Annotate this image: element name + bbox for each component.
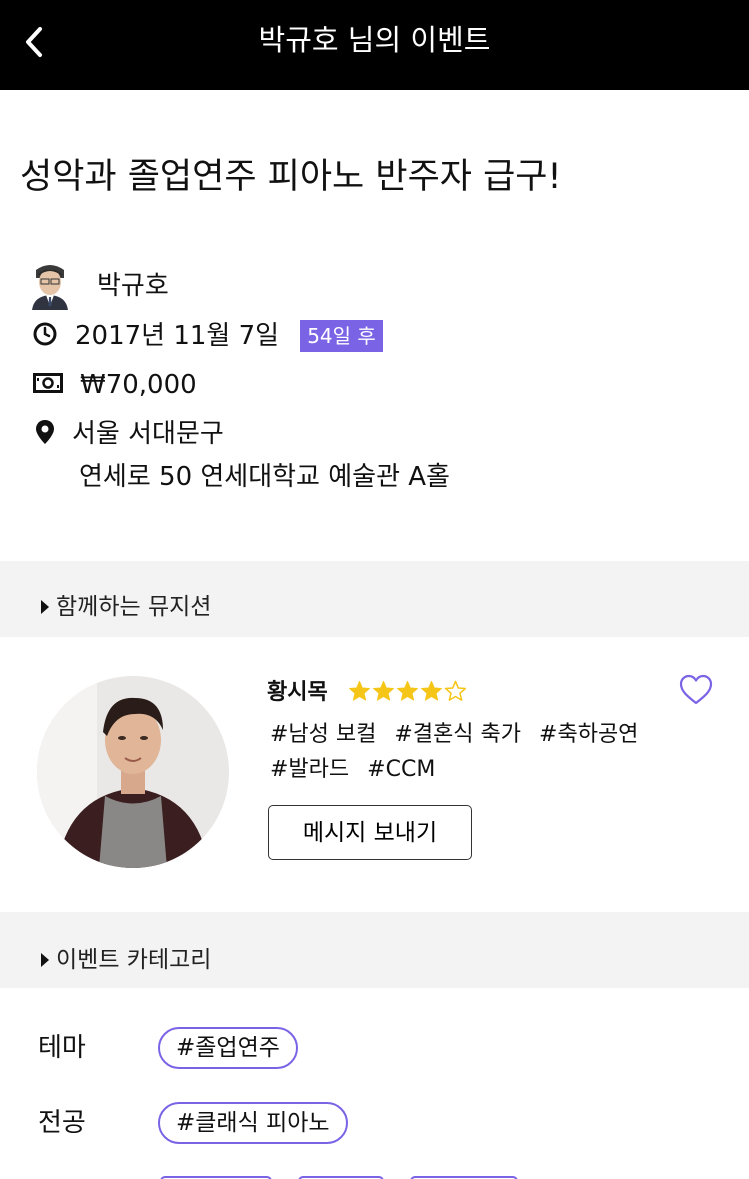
category-label-major: 전공 [38,1108,86,1138]
event-date: 2017년 11월 7일 [75,321,280,351]
host-avatar [30,262,70,310]
triangle-right-icon [41,953,49,967]
clock-icon [32,321,58,347]
location-address: 연세로 50 연세대학교 예술관 A홀 [79,462,450,492]
tag[interactable]: #결혼식 축가 [394,722,521,747]
category-label-theme: 테마 [38,1033,86,1063]
event-price: ₩70,000 [80,370,197,400]
musician-name[interactable]: 황시목 [267,677,328,709]
star-filled-icon [373,680,394,701]
location-row: 서울 서대문구 [32,419,224,449]
location-district: 서울 서대문구 [72,419,224,449]
location-pin-icon [32,419,58,445]
date-row: 2017년 11월 7일 54일 후 [32,320,383,352]
money-icon [32,370,64,396]
page-title: 박규호 님의 이벤트 [258,23,491,57]
rating-stars [348,680,467,703]
tag[interactable]: #CCM [367,757,435,782]
triangle-right-icon [41,600,49,614]
favorite-button[interactable] [679,674,715,708]
tag[interactable]: #축하공연 [539,722,638,747]
star-filled-icon [421,680,442,701]
event-title: 성악과 졸업연주 피아노 반주자 급구! [20,157,562,197]
musician-tags-line1: #남성 보컬 #결혼식 축가 #축하공연 [270,720,656,750]
d-day-badge: 54일 후 [300,320,383,352]
price-row: ₩70,000 [32,370,197,400]
category-section-header: 이벤트 카테고리 [0,912,749,988]
musician-photo[interactable] [37,676,229,868]
tag[interactable]: #발라드 [270,757,349,782]
star-empty-icon [444,680,467,701]
star-filled-icon [349,680,370,701]
category-chip-major[interactable]: #클래식 피아노 [158,1102,348,1144]
heart-icon [679,674,713,705]
host-name: 박규호 [97,271,169,301]
musicians-section-header: 함께하는 뮤지션 [0,561,749,637]
send-message-button[interactable]: 메시지 보내기 [268,805,472,860]
musician-tags-line2: #발라드 #CCM [270,755,453,785]
top-bar: 박규호 님의 이벤트 [0,0,749,90]
star-filled-icon [397,680,418,701]
host-row[interactable]: 박규호 [30,262,169,310]
tag[interactable]: #남성 보컬 [270,722,376,747]
section-title: 이벤트 카테고리 [56,947,212,973]
section-title: 함께하는 뮤지션 [56,594,212,620]
category-chip-theme[interactable]: #졸업연주 [158,1027,298,1069]
